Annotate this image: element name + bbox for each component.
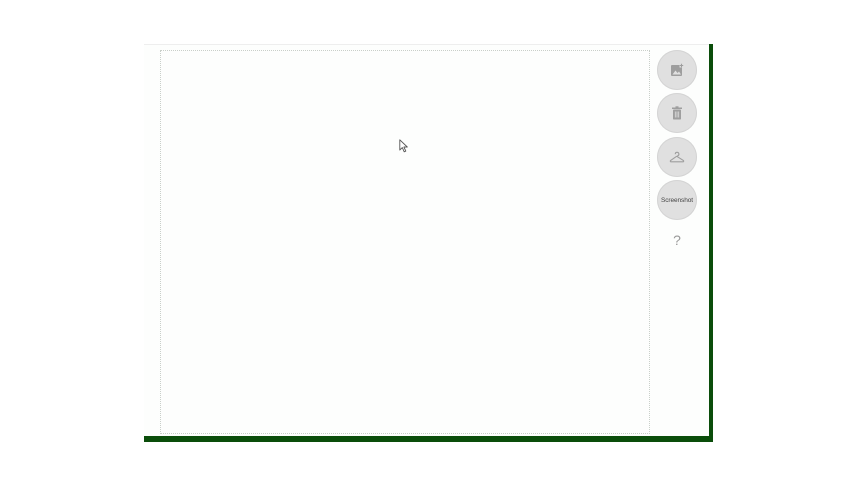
drawing-canvas[interactable]: [160, 50, 650, 434]
panel-frame-bottom: [144, 436, 713, 442]
add-image-icon: [671, 63, 684, 76]
help-button[interactable]: ?: [657, 232, 697, 254]
mouse-cursor-icon: [399, 139, 408, 153]
add-image-button[interactable]: [657, 50, 697, 90]
panel-frame-right: [709, 44, 713, 442]
delete-button[interactable]: [657, 93, 697, 133]
clothing-button[interactable]: [657, 137, 697, 177]
hanger-icon: [669, 151, 685, 163]
screenshot-label: Screenshot: [661, 196, 693, 204]
trash-icon: [672, 106, 682, 120]
app-page: Screenshot ?: [0, 0, 853, 480]
screenshot-button[interactable]: Screenshot: [657, 180, 697, 220]
